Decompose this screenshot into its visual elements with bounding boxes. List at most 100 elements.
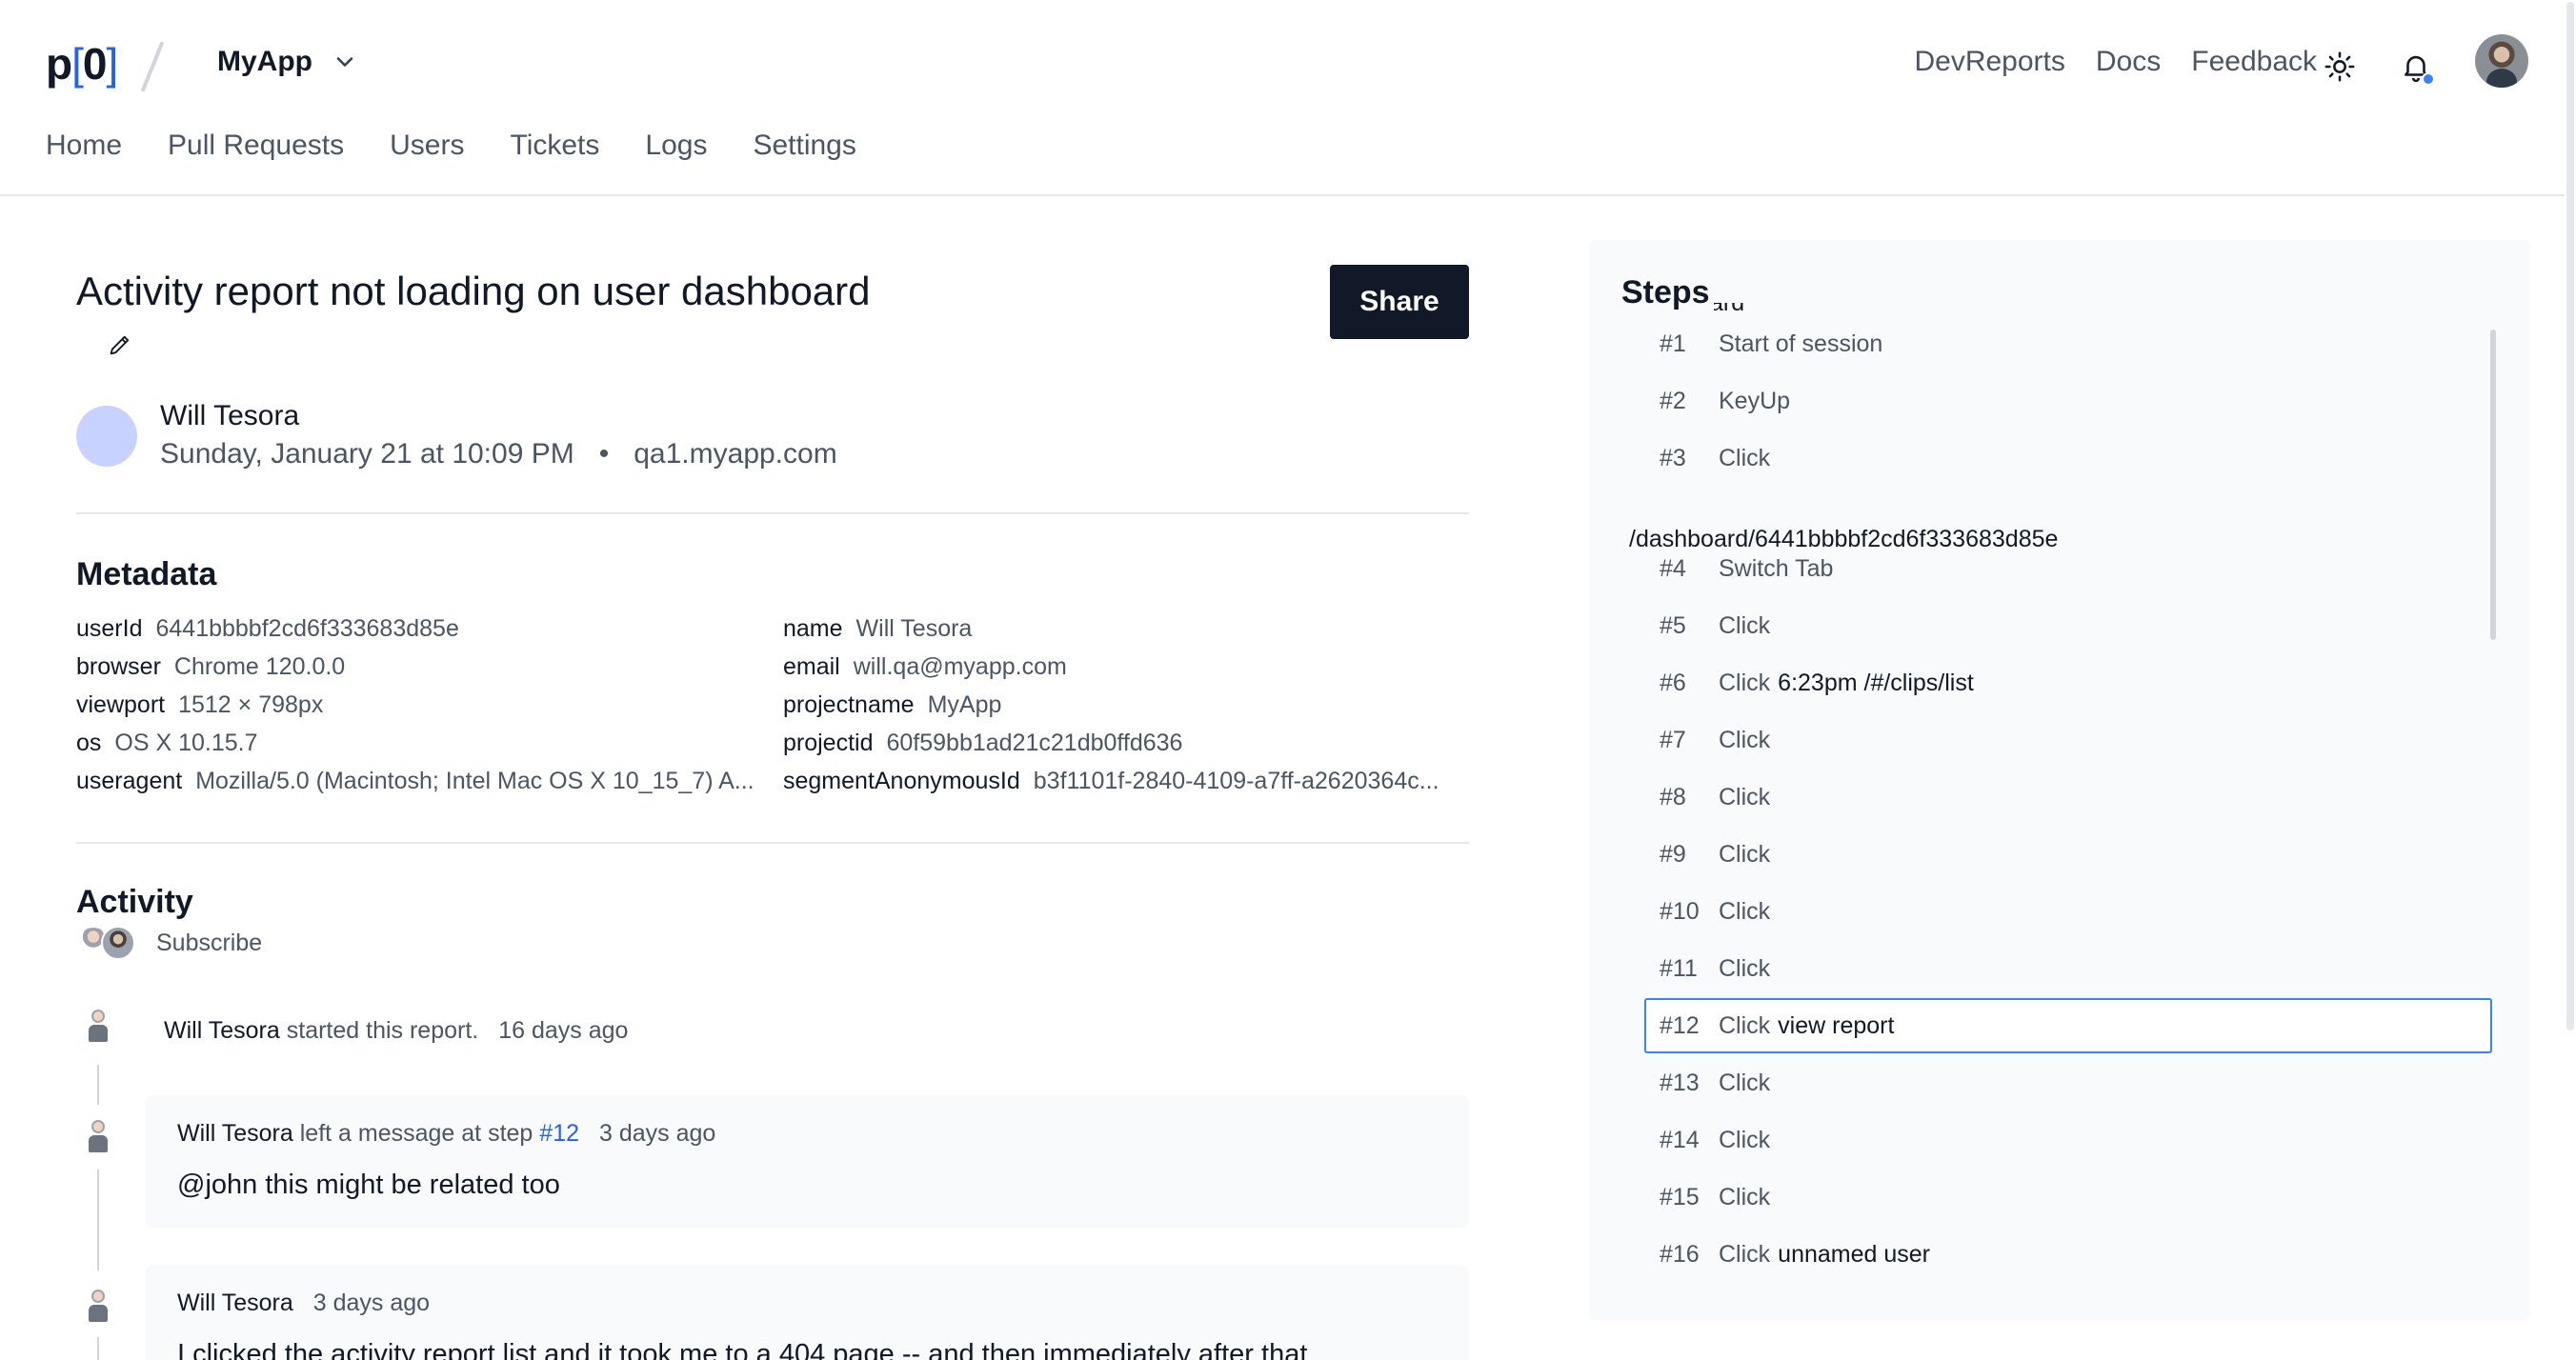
author-name: Will Tesora xyxy=(160,400,300,431)
metadata-value: 60f59bb1ad21c21db0ffd636 xyxy=(886,730,1183,756)
top-links: DevReports Docs Feedback xyxy=(1914,46,2317,78)
subscribe-button[interactable]: Subscribe xyxy=(156,930,262,957)
step-label: Click xyxy=(1719,726,1771,753)
step-number: #4 xyxy=(1660,554,1686,582)
step-item[interactable]: #10 Click xyxy=(1644,884,2492,939)
nav-tickets[interactable]: Tickets xyxy=(510,130,599,162)
page-scrollbar[interactable] xyxy=(2566,2,2574,1030)
step-number: #14 xyxy=(1660,1126,1700,1153)
metadata-row: os OS X 10.15.7 xyxy=(76,730,258,757)
steps-panel: Steps /dashboard #1Start of session #2Ke… xyxy=(1589,240,2530,1320)
step-number: #7 xyxy=(1660,726,1686,753)
nav-users[interactable]: Users xyxy=(390,130,464,162)
header-divider-slash xyxy=(140,41,165,92)
message-card: Will Tesora left a message at step #12 3… xyxy=(145,1095,1469,1229)
theme-toggle-button[interactable] xyxy=(2315,42,2365,91)
share-button[interactable]: Share xyxy=(1330,265,1469,339)
metadata-row: projectname MyApp xyxy=(783,691,1001,719)
metadata-row: useragent Mozilla/5.0 (Macintosh; Intel M… xyxy=(76,768,755,795)
step-detail: view report xyxy=(1778,1011,1895,1039)
event-avatar xyxy=(84,1118,112,1154)
metadata-row: segmentAnonymousId b3f1101f-2840-4109-a7f… xyxy=(783,768,1439,795)
step-item[interactable]: #6 Click 6:23pm /#/clips/list xyxy=(1644,655,2492,710)
step-number: #1 xyxy=(1660,330,1686,357)
devreports-link[interactable]: DevReports xyxy=(1914,46,2064,78)
step-label: Click xyxy=(1719,1011,1771,1039)
step-item[interactable]: #3 Click xyxy=(1644,430,2492,486)
event-author: Will Tesora xyxy=(164,1017,280,1044)
chevron-down-icon xyxy=(336,57,353,67)
step-label: Click xyxy=(1719,611,1771,639)
event-action: started this report. xyxy=(286,1017,479,1044)
main-nav: Home Pull Requests Users Tickets Logs Se… xyxy=(46,130,856,162)
event-action: left a message at step xyxy=(299,1120,533,1147)
nav-pull-requests[interactable]: Pull Requests xyxy=(168,130,344,162)
metadata-key: userId xyxy=(76,615,143,642)
user-avatar[interactable] xyxy=(2475,34,2528,88)
step-item[interactable]: #5 Click xyxy=(1644,598,2492,653)
step-item-selected[interactable]: #12 Click view report xyxy=(1644,998,2492,1053)
metadata-value: Mozilla/5.0 (Macintosh; Intel Mac OS X 1… xyxy=(195,768,755,794)
activity-event: Will Tesora left a message at step #12 3… xyxy=(177,1120,715,1148)
step-item[interactable]: #16 Click unnamed user xyxy=(1644,1227,2492,1282)
step-number: #10 xyxy=(1660,897,1700,925)
nav-home[interactable]: Home xyxy=(46,130,122,162)
step-number: #8 xyxy=(1660,783,1686,810)
docs-link[interactable]: Docs xyxy=(2096,46,2161,78)
notification-dot xyxy=(2422,72,2435,86)
report-title: Activity report not loading on user dash… xyxy=(76,269,871,313)
feedback-link[interactable]: Feedback xyxy=(2191,46,2317,78)
step-item[interactable]: #15 Click xyxy=(1644,1170,2492,1225)
step-label: Click xyxy=(1719,1240,1771,1268)
step-link[interactable]: #12 xyxy=(539,1120,579,1147)
report-date: Sunday, January 21 at 10:09 PM xyxy=(160,438,574,470)
metadata-key: projectname xyxy=(783,691,915,718)
app-switcher[interactable]: MyApp xyxy=(217,46,358,78)
step-item[interactable]: #4 Switch Tab xyxy=(1644,541,2492,596)
steps-title: Steps xyxy=(1621,274,1714,311)
pencil-icon[interactable] xyxy=(107,331,133,358)
step-item[interactable]: #14 Click xyxy=(1644,1112,2492,1168)
metadata-key: useragent xyxy=(76,768,183,794)
notifications-button[interactable] xyxy=(2391,42,2441,91)
step-item[interactable]: #13 Click xyxy=(1644,1055,2492,1110)
steps-scrollbar[interactable] xyxy=(2490,330,2496,640)
step-detail: 6:23pm /#/clips/list xyxy=(1778,669,1974,696)
nav-settings[interactable]: Settings xyxy=(753,130,855,162)
step-number: #16 xyxy=(1660,1240,1700,1268)
app-logo[interactable]: p[0] xyxy=(46,38,118,90)
metadata-key: projectid xyxy=(783,730,874,756)
event-author: Will Tesora xyxy=(177,1290,293,1316)
event-time: 3 days ago xyxy=(312,1290,431,1316)
app-name: MyApp xyxy=(217,46,312,77)
top-header: p[0] MyApp DevReports Docs Feedback Home xyxy=(0,0,2576,196)
step-item[interactable]: #1 Start of session xyxy=(1644,316,2492,371)
step-label: Click xyxy=(1719,444,1771,471)
logo-bracket-close: ] xyxy=(106,39,118,89)
nav-logs[interactable]: Logs xyxy=(645,130,707,162)
metadata-value: Chrome 120.0.0 xyxy=(173,653,346,680)
metadata-key: viewport xyxy=(76,691,166,718)
metadata-row: userId 6441bbbbf2cd6f333683d85e xyxy=(76,615,459,643)
step-item[interactable]: #2 KeyUp xyxy=(1644,373,2492,429)
step-item[interactable]: #7 Click xyxy=(1644,712,2492,768)
step-item[interactable]: #8 Click xyxy=(1644,770,2492,825)
metadata-value: will.qa@myapp.com xyxy=(853,653,1067,680)
step-item[interactable]: #9 Click xyxy=(1644,827,2492,882)
timeline-line xyxy=(97,1170,99,1270)
event-avatar xyxy=(84,1288,112,1324)
activity-title: Activity xyxy=(76,884,193,920)
metadata-row: projectid 60f59bb1ad21c21db0ffd636 xyxy=(783,730,1182,757)
subscribers-row: Subscribe xyxy=(76,926,262,960)
step-number: #5 xyxy=(1660,611,1686,639)
logo-bracket-open: [ xyxy=(71,39,84,89)
activity-event: Will Tesora started this report. 16 days… xyxy=(164,1017,628,1045)
step-label: Click xyxy=(1719,1183,1771,1210)
metadata-row: browser Chrome 120.0.0 xyxy=(76,653,345,681)
metadata-key: name xyxy=(783,615,843,642)
report-host: qa1.myapp.com xyxy=(634,438,837,470)
metadata-row: email will.qa@myapp.com xyxy=(783,653,1067,681)
metadata-value: 6441bbbbf2cd6f333683d85e xyxy=(155,615,459,642)
step-item[interactable]: #11 Click xyxy=(1644,941,2492,996)
message-card: Will Tesora 3 days ago I clicked the act… xyxy=(145,1265,1469,1360)
